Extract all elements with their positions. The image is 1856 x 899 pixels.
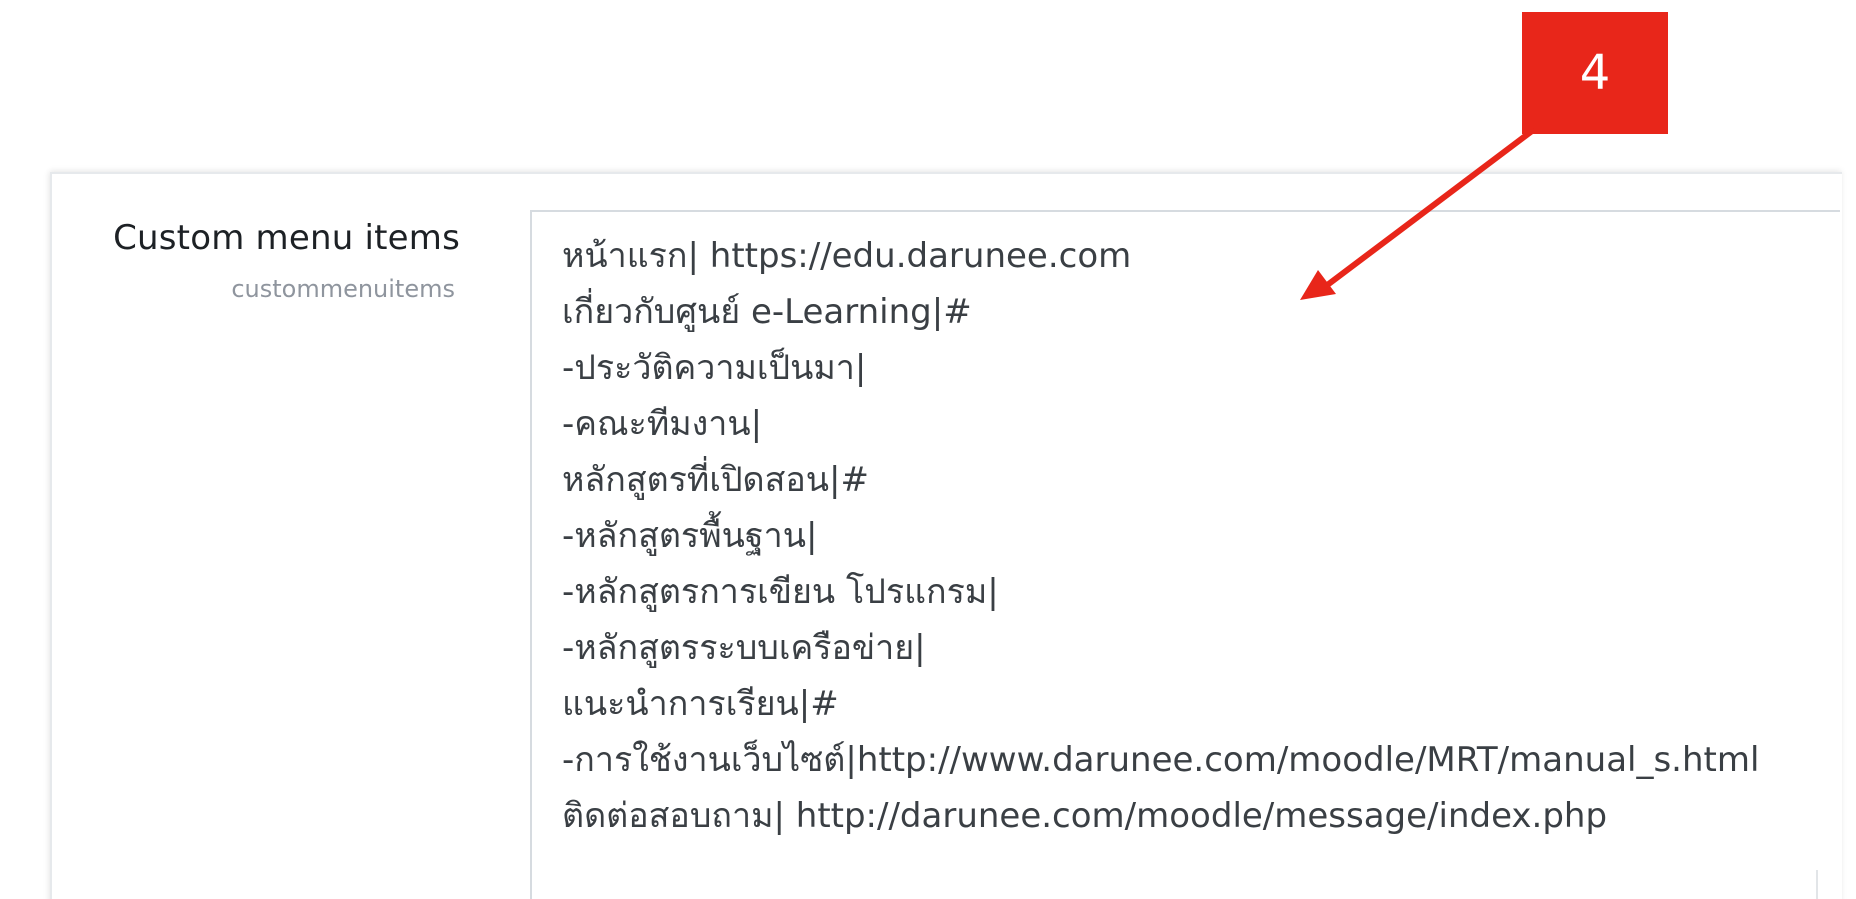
textarea-line: -หลักสูตรระบบเครือข่าย| [562,628,926,668]
textarea-line: ติดต่อสอบถาม| http://darunee.com/moodle/… [562,796,1608,836]
textarea-line: -หลักสูตรพื้นฐาน| [562,516,818,556]
screenshot-stage: Custom menu items custommenuitems หน้าแร… [0,0,1856,899]
textarea-line: แนะนำการเรียน|# [562,684,839,724]
textarea-line: -คณะทีมงาน| [562,404,763,444]
textarea-line: หน้าแรก| https://edu.darunee.com [562,236,1132,276]
textarea-line: หลักสูตรที่เปิดสอน|# [562,460,869,500]
resize-handle[interactable] [1816,870,1840,899]
step-number-badge: 4 [1522,12,1668,134]
textarea-line: -ประวัติความเป็นมา| [562,348,867,388]
textarea-line: -การใช้งานเว็บไซต์|http://www.darunee.co… [562,740,1760,780]
setting-key: custommenuitems [231,275,455,303]
textarea-line: -หลักสูตรการเขียน โปรแกรม| [562,572,999,612]
setting-title: Custom menu items [113,218,460,258]
textarea-line: เกี่ยวกับศูนย์ e-Learning|# [562,292,972,332]
